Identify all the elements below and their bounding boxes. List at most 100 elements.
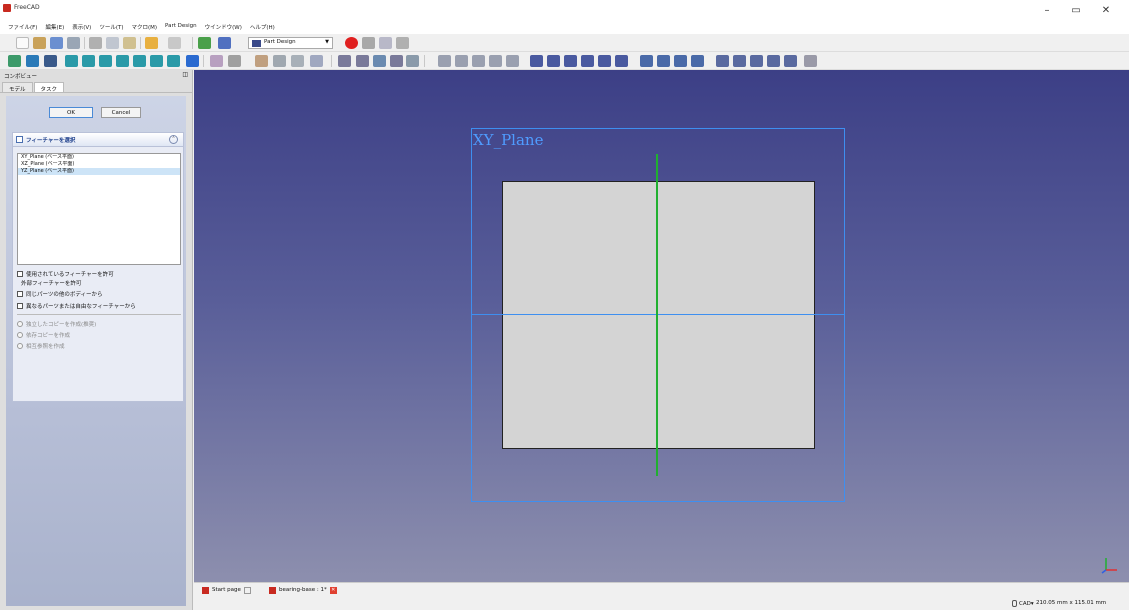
other-parts-checkbox[interactable]: 異なるパーツまたは自由なフィーチャーから [17, 301, 136, 310]
revolution-icon[interactable] [455, 55, 468, 67]
datum-point-icon[interactable] [338, 55, 351, 67]
open-folder-icon[interactable] [33, 37, 46, 49]
stop-macro-icon[interactable] [362, 37, 375, 49]
feature-list[interactable]: XY_Plane (ベース平面) XZ_Plane (ベース平面) YZ_Pla… [17, 153, 181, 265]
list-item-xy-plane[interactable]: XY_Plane (ベース平面) [18, 154, 180, 161]
feature-select-icon [16, 136, 23, 143]
validate-sketch-icon[interactable] [291, 55, 304, 67]
menu-macro[interactable]: マクロ(M) [127, 20, 161, 34]
list-item-xz-plane[interactable]: XZ_Plane (ベース平面) [18, 161, 180, 168]
thickness-icon[interactable] [767, 55, 780, 67]
tab-start-page[interactable]: Start page [202, 585, 251, 595]
list-item-yz-plane[interactable]: YZ_Plane (ベース平面) [18, 168, 180, 175]
shape-binder-icon[interactable] [406, 55, 419, 67]
cut-icon[interactable] [89, 37, 102, 49]
create-sketch-icon[interactable] [273, 55, 286, 67]
minimize-button[interactable]: – [1034, 2, 1060, 18]
tab-tasks[interactable]: タスク [33, 82, 65, 93]
mirrored-icon[interactable] [640, 55, 653, 67]
new-file-icon[interactable] [16, 37, 29, 49]
chamfer-icon[interactable] [733, 55, 746, 67]
view-front-icon[interactable] [82, 55, 95, 67]
undock-icon[interactable]: ◫ [182, 71, 188, 78]
fillet-icon[interactable] [716, 55, 729, 67]
menu-file[interactable]: ファイル(F) [4, 20, 41, 34]
task-button-box: OK Cancel [6, 96, 186, 124]
fit-all-icon[interactable] [8, 55, 21, 67]
local-coordinate-system-icon[interactable] [390, 55, 403, 67]
linear-pattern-icon[interactable] [657, 55, 670, 67]
navigation-style-button[interactable]: CAD▾ [1012, 600, 1034, 607]
radio-circle [17, 342, 23, 349]
whats-this-icon[interactable] [218, 37, 231, 49]
subtractive-primitive-icon[interactable] [615, 55, 628, 67]
draft-icon[interactable] [750, 55, 763, 67]
macro-editor-icon[interactable] [379, 37, 392, 49]
cancel-button[interactable]: Cancel [101, 107, 141, 118]
menu-tools[interactable]: ツール(T) [95, 20, 127, 34]
additive-loft-icon[interactable] [472, 55, 485, 67]
hole-icon[interactable] [547, 55, 560, 67]
view-left-icon[interactable] [167, 55, 180, 67]
checkbox-label: 同じパーツの他のボディーから [26, 291, 103, 298]
tab-bearing-base[interactable]: bearing-base : 1* ✕ [269, 585, 337, 595]
refresh-icon[interactable] [198, 37, 211, 49]
execute-macro-icon[interactable] [396, 37, 409, 49]
paste-icon[interactable] [123, 37, 136, 49]
sketch-shape[interactable] [502, 181, 815, 449]
clone-icon[interactable] [310, 55, 323, 67]
document-tab-bar: Start page bearing-base : 1* ✕ [194, 582, 1129, 596]
sprocket-icon[interactable] [804, 55, 817, 67]
independent-copy-radio[interactable]: 独立したコピーを作成(推奨) [17, 319, 96, 328]
record-macro-icon[interactable] [345, 37, 358, 49]
view-top-icon[interactable] [99, 55, 112, 67]
other-bodies-checkbox[interactable]: 同じパーツの他のボディーから [17, 289, 103, 298]
undo-icon[interactable] [145, 37, 158, 49]
collapse-icon[interactable]: ⌃ [169, 135, 178, 144]
allow-used-features-checkbox[interactable]: 使用されているフィーチャーを許可 [17, 269, 114, 278]
workbench-selector[interactable]: Part Design ▼ [248, 37, 333, 49]
measure-icon[interactable] [186, 55, 199, 67]
cross-reference-radio[interactable]: 相互参照を作成 [17, 341, 65, 350]
subtractive-loft-icon[interactable] [581, 55, 594, 67]
subtractive-pipe-icon[interactable] [598, 55, 611, 67]
datum-plane-icon[interactable] [373, 55, 386, 67]
view-right-icon[interactable] [116, 55, 129, 67]
menu-window[interactable]: ウインドウ(W) [201, 20, 246, 34]
body-icon[interactable] [255, 55, 268, 67]
tab-model[interactable]: モデル [2, 82, 33, 93]
view-bottom-icon[interactable] [150, 55, 163, 67]
pocket-icon[interactable] [530, 55, 543, 67]
view-rear-icon[interactable] [133, 55, 146, 67]
part-icon[interactable] [210, 55, 223, 67]
group-icon[interactable] [228, 55, 241, 67]
multi-transform-icon[interactable] [691, 55, 704, 67]
menu-part-design[interactable]: Part Design [161, 20, 201, 34]
menu-view[interactable]: 表示(V) [68, 20, 95, 34]
tab-close-icon[interactable]: ✕ [329, 586, 337, 594]
radio-circle [17, 320, 23, 327]
horizontal-axis-line [471, 314, 845, 315]
datum-line-icon[interactable] [356, 55, 369, 67]
additive-pipe-icon[interactable] [489, 55, 502, 67]
ok-button[interactable]: OK [49, 107, 93, 118]
3d-viewport[interactable]: XY_Plane [194, 70, 1129, 582]
tab-close-icon[interactable] [243, 586, 251, 594]
menu-edit[interactable]: 編集(E) [41, 20, 68, 34]
additive-primitive-icon[interactable] [506, 55, 519, 67]
fit-selection-icon[interactable] [26, 55, 39, 67]
pad-icon[interactable] [438, 55, 451, 67]
save-icon[interactable] [50, 37, 63, 49]
close-button[interactable]: ✕ [1093, 2, 1119, 18]
polar-pattern-icon[interactable] [674, 55, 687, 67]
draw-style-icon[interactable] [44, 55, 57, 67]
copy-icon[interactable] [106, 37, 119, 49]
restore-button[interactable]: ▭ [1063, 2, 1089, 18]
menu-help[interactable]: ヘルプ(H) [246, 20, 279, 34]
print-icon[interactable] [67, 37, 80, 49]
view-isometric-icon[interactable] [65, 55, 78, 67]
redo-icon[interactable] [168, 37, 181, 49]
boolean-icon[interactable] [784, 55, 797, 67]
groove-icon[interactable] [564, 55, 577, 67]
dependent-copy-radio[interactable]: 依存コピーを作成 [17, 330, 70, 339]
